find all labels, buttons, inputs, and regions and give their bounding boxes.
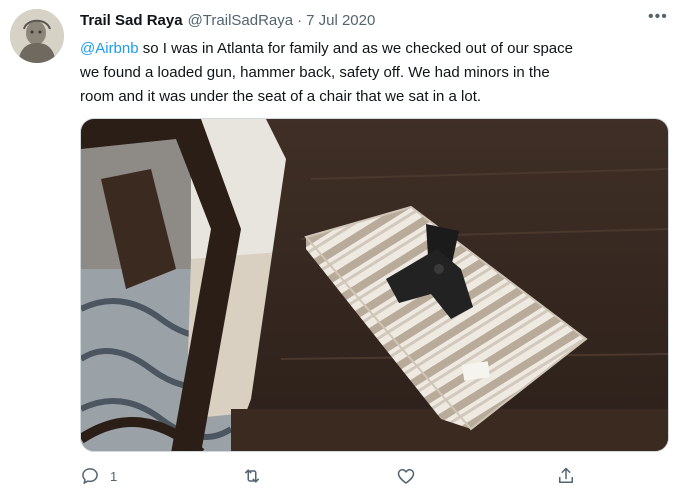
tweet-text-line-1: @Airbnb so I was in Atlanta for family a… xyxy=(80,37,670,61)
user-handle[interactable]: @TrailSadRaya xyxy=(188,12,294,29)
header-separator: · xyxy=(297,11,303,29)
tweet-date[interactable]: 7 Jul 2020 xyxy=(306,12,375,29)
like-icon xyxy=(397,469,415,484)
avatar-image xyxy=(10,9,64,63)
tweet-photo[interactable] xyxy=(80,118,669,452)
like-button[interactable] xyxy=(396,466,426,486)
avatar[interactable] xyxy=(10,9,64,63)
reply-count: 1 xyxy=(110,468,118,484)
tweet-actions: 1 xyxy=(80,462,670,492)
share-button[interactable] xyxy=(556,466,576,486)
tweet-text-line-1-rest: so I was in Atlanta for family and as we… xyxy=(138,40,573,57)
share-icon xyxy=(559,467,573,483)
tweet-text: @Airbnb so I was in Atlanta for family a… xyxy=(80,37,670,109)
display-name[interactable]: Trail Sad Raya xyxy=(80,12,183,29)
tweet-text-line-3: room and it was under the seat of a chai… xyxy=(80,88,482,105)
tweet[interactable]: Trail Sad Raya @TrailSadRaya · 7 Jul 202… xyxy=(0,0,680,496)
tweet-text-line-2: we found a loaded gun, hammer back, safe… xyxy=(80,64,550,81)
retweet-button[interactable] xyxy=(241,466,273,486)
reply-button[interactable]: 1 xyxy=(80,466,117,486)
reply-icon xyxy=(82,468,98,484)
photo-content xyxy=(81,119,668,451)
more-options-icon[interactable]: ••• xyxy=(648,8,672,28)
tweet-header: Trail Sad Raya @TrailSadRaya · 7 Jul 202… xyxy=(80,10,375,30)
retweet-icon xyxy=(245,469,259,483)
mention-link[interactable]: @Airbnb xyxy=(80,40,139,57)
